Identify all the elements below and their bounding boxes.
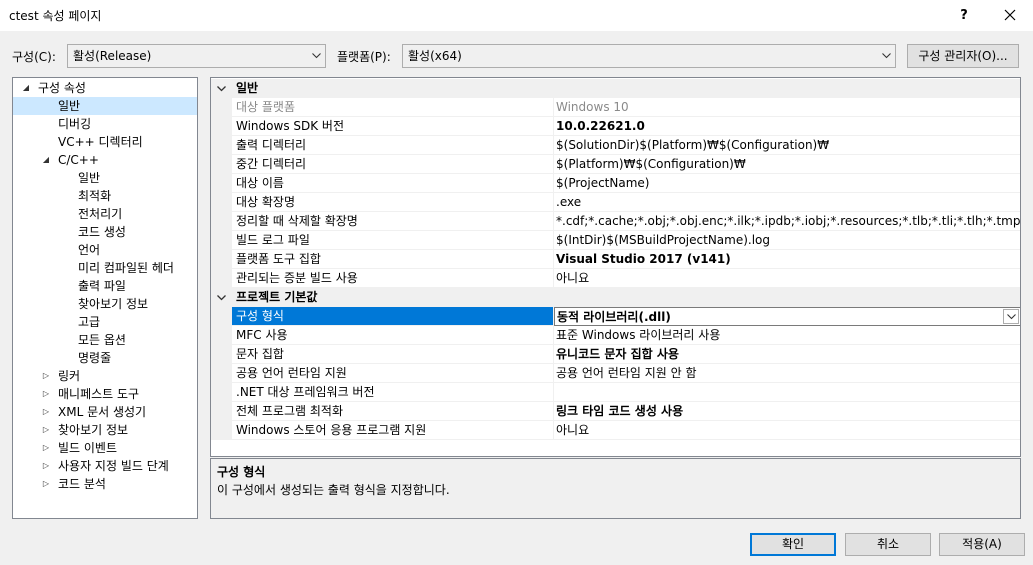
ok-button[interactable]: 확인 bbox=[750, 533, 836, 556]
property-row-target-name[interactable]: 대상 이름 $(ProjectName) bbox=[211, 174, 1020, 193]
property-row-target-platform[interactable]: 대상 플랫폼 Windows 10 bbox=[211, 98, 1020, 117]
chevron-down-icon bbox=[882, 45, 891, 59]
tree-item-general[interactable]: 일반 bbox=[13, 97, 197, 115]
property-row-character-set[interactable]: 문자 집합 유니코드 문자 집합 사용 bbox=[211, 345, 1020, 364]
property-tree: ◢ 구성 속성 일반 디버깅 VC++ 디렉터리 ◢ C/C++ 일반 최적화 … bbox=[12, 77, 198, 519]
chevron-down-icon[interactable] bbox=[1003, 309, 1019, 324]
property-row-output-directory[interactable]: 출력 디렉터리 $(SolutionDir)$(Platform)₩$(Conf… bbox=[211, 136, 1020, 155]
config-select[interactable]: 활성(Release) bbox=[67, 44, 326, 68]
collapsed-icon[interactable]: ▷ bbox=[40, 385, 52, 403]
platform-select[interactable]: 활성(x64) bbox=[402, 44, 896, 68]
chevron-down-icon[interactable] bbox=[217, 288, 226, 309]
property-row-clean-extensions[interactable]: 정리할 때 삭제할 확장명 *.cdf;*.cache;*.obj;*.obj.… bbox=[211, 212, 1020, 231]
collapsed-icon[interactable]: ▷ bbox=[40, 403, 52, 421]
property-row-mfc-use[interactable]: MFC 사용 표준 Windows 라이브러리 사용 bbox=[211, 326, 1020, 345]
property-row-platform-toolset[interactable]: 플랫폼 도구 집합 Visual Studio 2017 (v141) bbox=[211, 250, 1020, 269]
property-row-clr-support[interactable]: 공용 언어 런타임 지원 공용 언어 런타임 지원 안 함 bbox=[211, 364, 1020, 383]
config-select-value: 활성(Release) bbox=[73, 49, 152, 63]
property-row-whole-program-optimization[interactable]: 전체 프로그램 최적화 링크 타임 코드 생성 사용 bbox=[211, 402, 1020, 421]
config-manager-button[interactable]: 구성 관리자(O)... bbox=[907, 44, 1019, 68]
property-row-dotnet-framework[interactable]: .NET 대상 프레임워크 버전 bbox=[211, 383, 1020, 402]
expanded-icon[interactable]: ◢ bbox=[40, 151, 52, 169]
property-row-configuration-type[interactable]: 구성 형식 동적 라이브러리(.dll) bbox=[211, 307, 1020, 326]
description-panel: 구성 형식 이 구성에서 생성되는 출력 형식을 지정합니다. bbox=[210, 458, 1021, 519]
platform-select-value: 활성(x64) bbox=[408, 49, 462, 63]
close-icon bbox=[1004, 6, 1016, 25]
cancel-button[interactable]: 취소 bbox=[845, 533, 931, 556]
property-row-build-log-file[interactable]: 빌드 로그 파일 $(IntDir)$(MSBuildProjectName).… bbox=[211, 231, 1020, 250]
property-row-managed-incremental-build[interactable]: 관리되는 증분 빌드 사용 아니요 bbox=[211, 269, 1020, 288]
window-title: ctest 속성 페이지 bbox=[9, 9, 102, 23]
category-project-defaults[interactable]: 프로젝트 기본값 bbox=[211, 288, 1020, 309]
close-button[interactable] bbox=[987, 0, 1033, 31]
collapsed-icon[interactable]: ▷ bbox=[40, 457, 52, 475]
property-row-windows-store-support[interactable]: Windows 스토어 응용 프로그램 지원 아니요 bbox=[211, 421, 1020, 440]
title-bar: ctest 속성 페이지 ? bbox=[0, 0, 1033, 31]
collapsed-icon[interactable]: ▷ bbox=[40, 367, 52, 385]
collapsed-icon[interactable]: ▷ bbox=[40, 421, 52, 439]
configuration-type-select[interactable]: 동적 라이브러리(.dll) bbox=[554, 307, 1020, 326]
platform-label: 플랫폼(P): bbox=[337, 50, 391, 64]
category-general[interactable]: 일반 bbox=[211, 79, 1020, 100]
property-row-target-extension[interactable]: 대상 확장명 .exe bbox=[211, 193, 1020, 212]
property-row-sdk-version[interactable]: Windows SDK 버전 10.0.22621.0 bbox=[211, 117, 1020, 136]
apply-button[interactable]: 적용(A) bbox=[939, 533, 1025, 556]
property-row-intermediate-directory[interactable]: 중간 디렉터리 $(Platform)₩$(Configuration)₩ bbox=[211, 155, 1020, 174]
help-button[interactable]: ? bbox=[941, 0, 987, 31]
description-text: 이 구성에서 생성되는 출력 형식을 지정합니다. bbox=[217, 483, 450, 497]
chevron-down-icon bbox=[312, 45, 321, 59]
collapsed-icon[interactable]: ▷ bbox=[40, 475, 52, 493]
property-grid: 일반 대상 플랫폼 Windows 10 Windows SDK 버전 10.0… bbox=[210, 77, 1021, 457]
expanded-icon[interactable]: ◢ bbox=[20, 79, 32, 97]
config-label: 구성(C): bbox=[12, 50, 56, 64]
chevron-down-icon[interactable] bbox=[217, 79, 226, 100]
description-title: 구성 형식 bbox=[217, 465, 266, 479]
collapsed-icon[interactable]: ▷ bbox=[40, 439, 52, 457]
